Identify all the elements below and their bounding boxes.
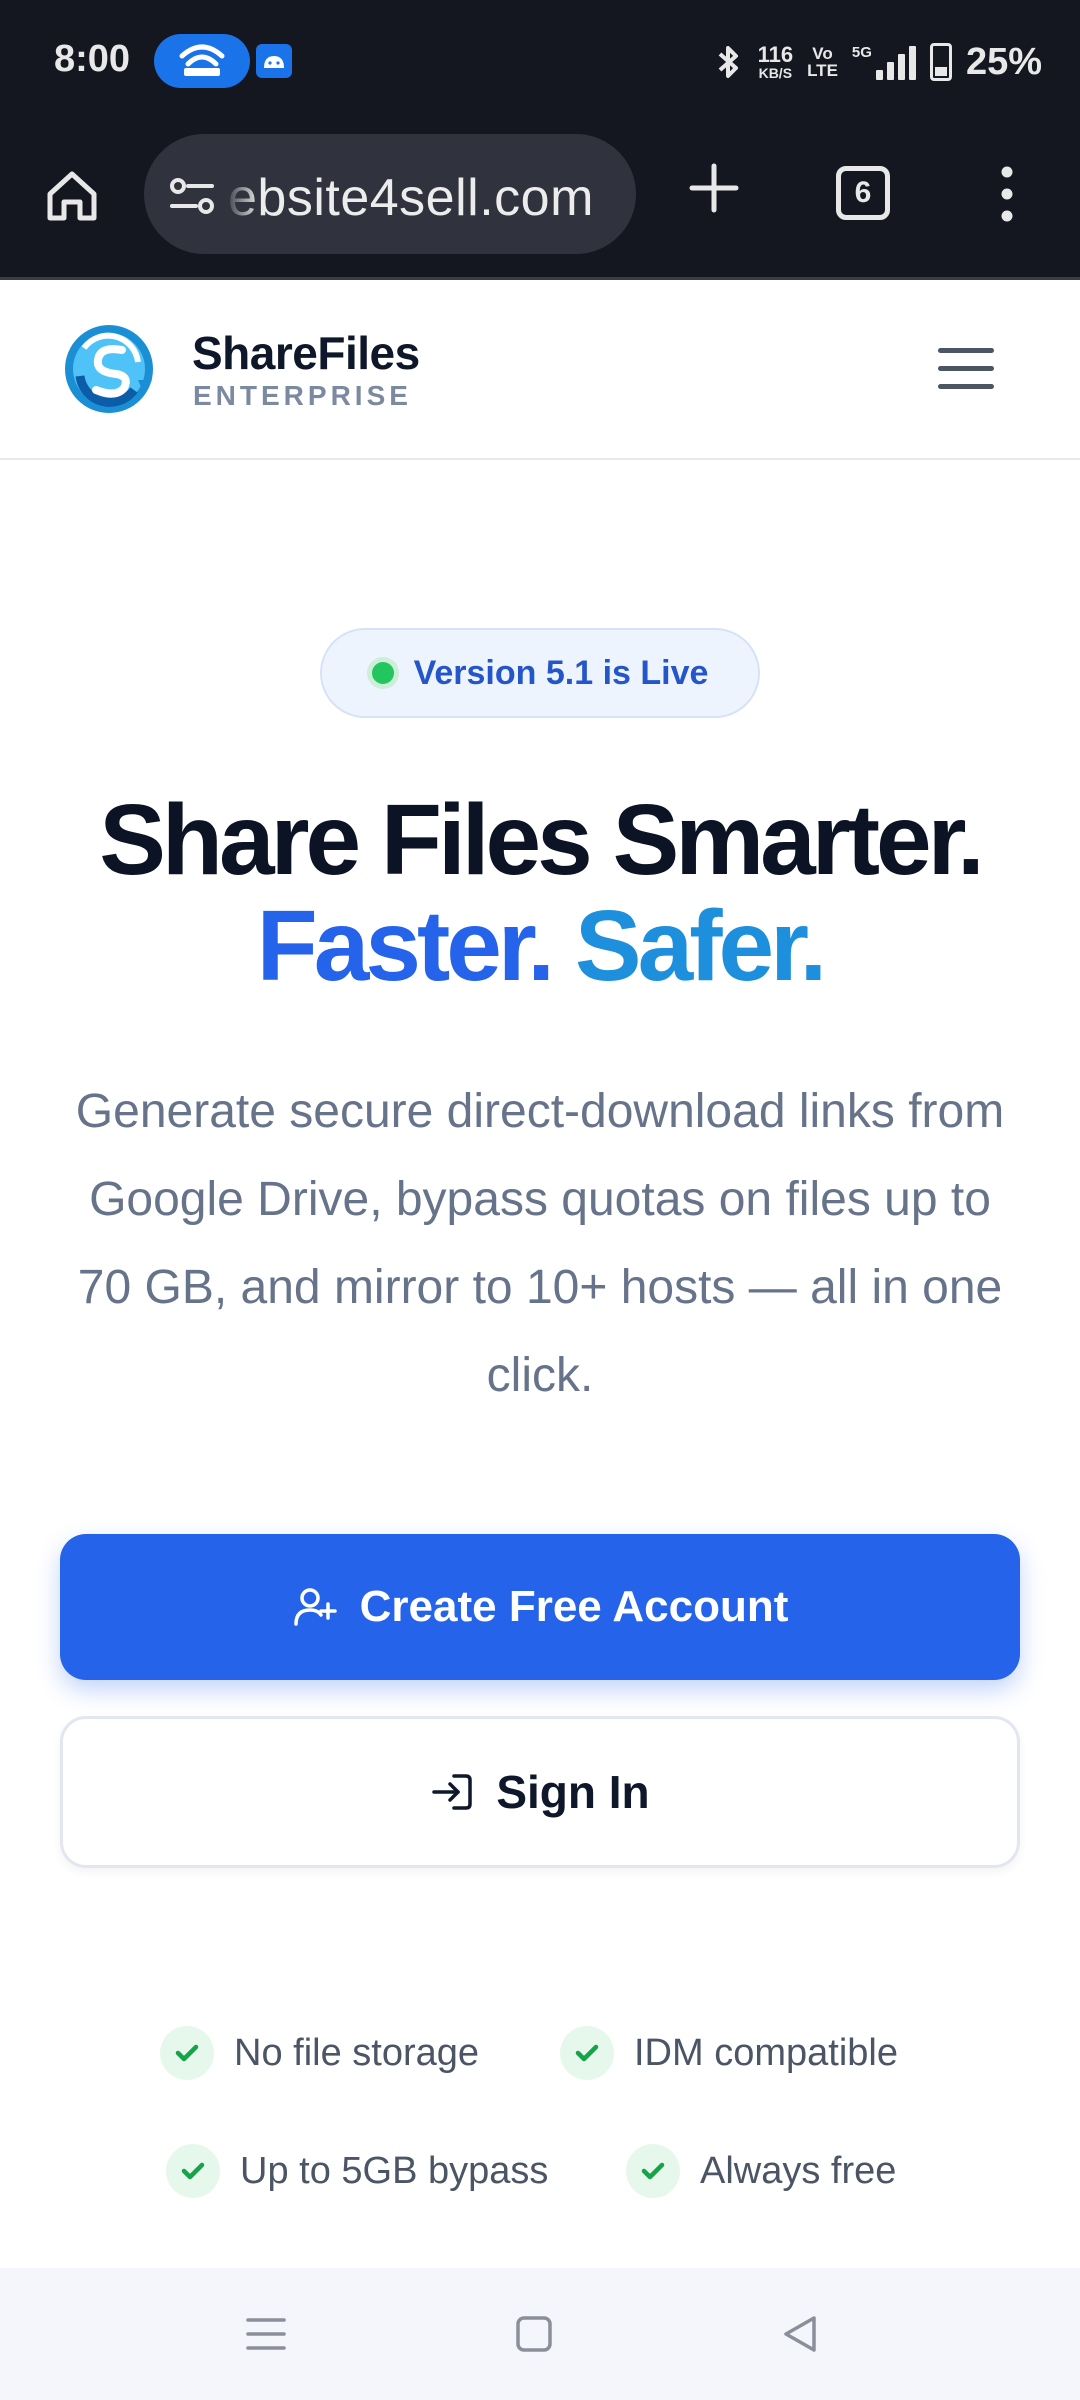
status-indicators: 116 KB/S Vo LTE 5G 25%	[714, 36, 1042, 88]
hero-title: Share Files Smarter.	[99, 784, 985, 896]
check-icon	[626, 2144, 680, 2198]
version-badge-text: Version 5.1 is Live	[413, 653, 709, 692]
hero-title-safer: Safer.	[574, 890, 827, 1002]
recents-icon[interactable]	[242, 2310, 290, 2358]
android-icon	[256, 44, 292, 78]
browser-toolbar: ebsite4sell.com 6	[0, 124, 1080, 280]
hero-description: Generate secure direct-download links fr…	[75, 1085, 1005, 1402]
volte-indicator: Vo LTE	[807, 44, 838, 80]
more-options-icon[interactable]	[990, 162, 1024, 226]
feature-item: No file storage	[160, 2026, 479, 2080]
hero-title-faster: Faster.	[256, 890, 555, 1002]
url-text: ebsite4sell.com	[228, 169, 594, 227]
live-dot-icon	[371, 662, 394, 684]
status-bar: 8:00 116 KB/S Vo LTE 5G 25%	[0, 0, 1080, 124]
status-time: 8:00	[54, 38, 131, 80]
check-icon	[160, 2026, 214, 2080]
site-header: ShareFiles ENTERPRISE	[0, 280, 1080, 460]
hero-title-accent: Faster. Safer.	[0, 894, 1080, 998]
feature-item: Always free	[626, 2144, 896, 2198]
create-account-button[interactable]: Create Free Account	[60, 1534, 1020, 1680]
create-account-label: Create Free Account	[359, 1582, 789, 1631]
feature-label: Up to 5GB bypass	[240, 2149, 549, 2192]
sharefiles-logo[interactable]	[60, 320, 158, 418]
home-nav-icon[interactable]	[510, 2310, 558, 2358]
feature-item: Up to 5GB bypass	[166, 2144, 548, 2198]
add-user-icon	[293, 1588, 337, 1626]
brand-name: ShareFiles	[192, 327, 420, 379]
battery-icon	[929, 43, 952, 81]
tab-switcher-button[interactable]: 6	[836, 166, 890, 220]
battery-percent: 25%	[965, 40, 1042, 83]
version-badge: Version 5.1 is Live	[320, 628, 760, 718]
sign-in-button[interactable]: Sign In	[60, 1716, 1020, 1868]
feature-item: IDM compatible	[560, 2026, 898, 2080]
bluetooth-icon	[718, 46, 738, 78]
address-bar[interactable]: ebsite4sell.com	[144, 134, 636, 254]
feature-label: IDM compatible	[634, 2031, 898, 2074]
hotspot-icon	[154, 34, 250, 88]
new-tab-icon[interactable]	[682, 156, 746, 220]
signal-icon: 5G	[852, 44, 916, 80]
back-icon[interactable]	[776, 2310, 824, 2358]
feature-label: No file storage	[234, 2031, 480, 2074]
system-nav-bar	[0, 2268, 1080, 2400]
sign-in-icon	[432, 1774, 473, 1810]
sign-in-label: Sign In	[496, 1766, 650, 1818]
hamburger-menu-icon[interactable]	[938, 346, 994, 392]
brand-subtitle: ENTERPRISE	[193, 380, 412, 411]
site-settings-icon[interactable]	[166, 170, 218, 222]
home-icon[interactable]	[40, 164, 104, 228]
net-speed: 116 KB/S	[757, 42, 794, 81]
check-icon	[560, 2026, 614, 2080]
feature-label: Always free	[700, 2149, 897, 2192]
check-icon	[166, 2144, 220, 2198]
